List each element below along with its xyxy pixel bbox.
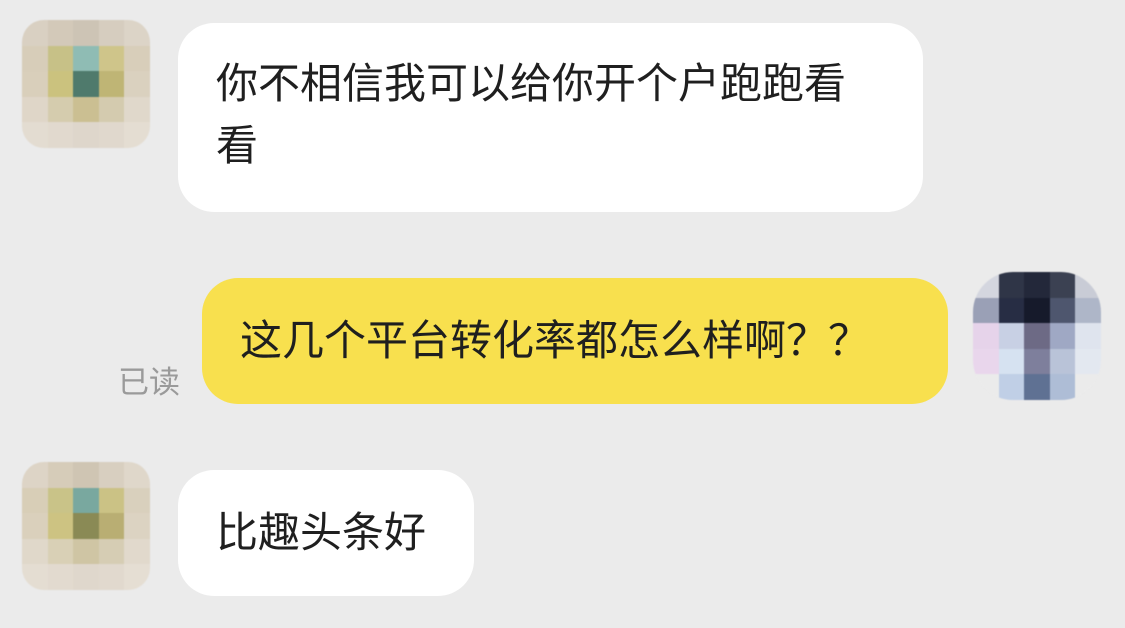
avatar-pixel: [22, 96, 48, 123]
avatar-pixel: [73, 122, 99, 148]
incoming-message-bubble[interactable]: 比趣头条好: [178, 470, 474, 596]
avatar-pixel: [1049, 348, 1076, 375]
avatar-pixel: [1024, 348, 1050, 375]
avatar-pixel: [1049, 272, 1076, 298]
message-text: 比趣头条好: [216, 508, 427, 557]
avatar-pixel: [973, 348, 999, 375]
avatar-pixel: [98, 122, 125, 148]
contact-avatar[interactable]: [22, 462, 150, 590]
avatar-pixel: [124, 122, 150, 148]
avatar-pixel: [22, 487, 48, 514]
avatar-pixel: [1024, 323, 1050, 349]
avatar-pixel: [47, 122, 74, 148]
avatar-pixel: [1075, 348, 1101, 375]
avatar-pixel: [22, 564, 48, 590]
contact-avatar[interactable]: [22, 20, 150, 148]
avatar-pixel: [1024, 374, 1050, 400]
avatar-pixel: [998, 297, 1025, 324]
avatar-pixel: [22, 45, 48, 72]
avatar-pixel: [124, 487, 150, 514]
message-text: 这几个平台转化率都怎么样啊？？: [240, 316, 871, 365]
message-text: 你不相信我可以给你开个户跑跑看看: [216, 59, 847, 170]
avatar-pixel: [1024, 272, 1050, 298]
avatar-pixel: [1049, 374, 1076, 400]
avatar-pixel: [22, 462, 48, 488]
avatar-pixel: [47, 462, 74, 488]
avatar-pixel: [73, 564, 99, 590]
avatar-pixel: [47, 564, 74, 590]
avatar-pixel: [973, 297, 999, 324]
avatar-pixel: [124, 462, 150, 488]
avatar-pixel: [1075, 323, 1101, 349]
avatar-pixel: [98, 487, 125, 514]
avatar-pixel: [124, 71, 150, 97]
avatar-pixel: [124, 513, 150, 539]
avatar-pixel: [73, 71, 99, 97]
avatar-pixel: [73, 45, 99, 72]
avatar-pixel: [22, 513, 48, 539]
avatar-pixel: [22, 122, 48, 148]
avatar-pixel: [22, 538, 48, 565]
avatar-pixel: [124, 45, 150, 72]
avatar-pixel: [998, 348, 1025, 375]
my-avatar[interactable]: [973, 272, 1101, 400]
avatar-pixel: [47, 513, 74, 539]
avatar-pixel: [73, 462, 99, 488]
avatar-pixel: [1049, 297, 1076, 324]
incoming-message-bubble[interactable]: 你不相信我可以给你开个户跑跑看看: [178, 23, 923, 212]
avatar-pixel: [973, 323, 999, 349]
avatar-pixel: [98, 96, 125, 123]
avatar-pixel: [98, 45, 125, 72]
avatar-pixel: [73, 20, 99, 46]
avatar-pixel: [998, 374, 1025, 400]
avatar-pixel: [73, 487, 99, 514]
avatar-pixel: [1075, 297, 1101, 324]
avatar-pixel: [1024, 297, 1050, 324]
avatar-pixel: [73, 538, 99, 565]
avatar-pixel: [47, 20, 74, 46]
avatar-pixel: [1075, 272, 1101, 298]
avatar-pixel: [124, 20, 150, 46]
avatar-pixel: [98, 564, 125, 590]
avatar-pixel: [47, 45, 74, 72]
avatar-pixel: [124, 538, 150, 565]
avatar-pixel: [124, 96, 150, 123]
avatar-pixel: [47, 96, 74, 123]
avatar-pixel: [47, 538, 74, 565]
avatar-pixel: [73, 96, 99, 123]
avatar-pixel: [98, 20, 125, 46]
avatar-pixel: [973, 374, 999, 400]
avatar-pixel: [998, 323, 1025, 349]
avatar-pixel: [98, 538, 125, 565]
avatar-pixel: [22, 20, 48, 46]
avatar-pixel: [22, 71, 48, 97]
avatar-pixel: [124, 564, 150, 590]
avatar-pixel: [973, 272, 999, 298]
outgoing-message-bubble[interactable]: 这几个平台转化率都怎么样啊？？: [202, 278, 948, 404]
avatar-pixel: [47, 71, 74, 97]
avatar-pixel: [998, 272, 1025, 298]
read-status-label: 已读: [118, 365, 180, 401]
avatar-pixel: [98, 462, 125, 488]
avatar-pixel: [1049, 323, 1076, 349]
avatar-pixel: [1075, 374, 1101, 400]
avatar-pixel: [98, 513, 125, 539]
avatar-pixel: [47, 487, 74, 514]
avatar-pixel: [98, 71, 125, 97]
avatar-pixel: [73, 513, 99, 539]
